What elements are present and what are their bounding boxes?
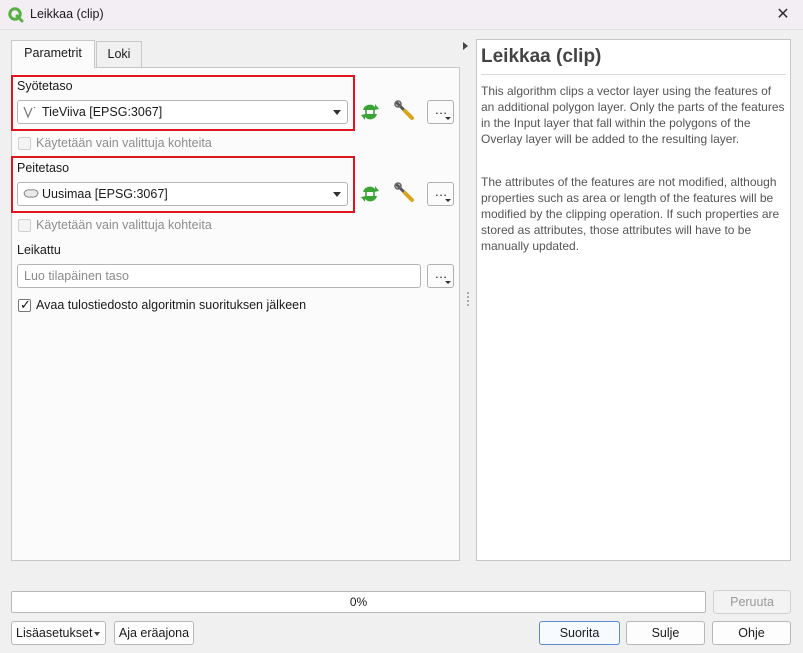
input-layer-browse-button[interactable]: …	[427, 100, 454, 124]
overlay-layer-value: Uusimaa [EPSG:3067]	[42, 187, 168, 201]
dropdown-icon	[445, 199, 451, 202]
output-field[interactable]: Luo tilapäinen taso	[17, 264, 421, 288]
ellipsis-label: …	[434, 102, 448, 117]
qgis-icon	[8, 7, 24, 23]
splitter-handle[interactable]	[467, 292, 469, 306]
progress-bar: 0%	[11, 591, 706, 613]
dropdown-icon	[445, 117, 451, 120]
input-selected-only-checkbox[interactable]	[18, 137, 31, 150]
help-panel: Leikkaa (clip) This algorithm clips a ve…	[476, 39, 791, 561]
iterate-icon[interactable]	[358, 100, 382, 124]
chevron-down-icon	[333, 192, 341, 197]
wrench-icon[interactable]	[393, 99, 417, 123]
ellipsis-label: …	[434, 184, 448, 199]
overlay-layer-select[interactable]: Uusimaa [EPSG:3067]	[17, 182, 348, 206]
output-placeholder: Luo tilapäinen taso	[24, 269, 129, 283]
tab-parametrit[interactable]: Parametrit	[11, 40, 95, 68]
ellipsis-label: …	[434, 266, 448, 281]
tab-loki[interactable]: Loki	[96, 41, 142, 67]
advanced-button[interactable]: Lisäasetukset	[11, 621, 106, 645]
overlay-layer-label: Peitetaso	[17, 161, 70, 175]
output-label: Leikattu	[17, 243, 61, 257]
input-layer-select[interactable]: TieViiva [EPSG:3067]	[17, 100, 348, 124]
help-paragraph-1: This algorithm clips a vector layer usin…	[481, 84, 785, 146]
close-button[interactable]: Sulje	[626, 621, 705, 645]
input-layer-label: Syötetaso	[17, 79, 73, 93]
batch-button[interactable]: Aja eräajona	[114, 621, 194, 645]
dropdown-icon	[94, 632, 100, 636]
window-title: Leikkaa (clip)	[30, 7, 104, 21]
title-bar: Leikkaa (clip) ✕	[0, 0, 803, 30]
cancel-button[interactable]: Peruuta	[713, 590, 791, 614]
overlay-selected-only-checkbox[interactable]	[18, 219, 31, 232]
help-button[interactable]: Ohje	[712, 621, 791, 645]
collapse-arrow-icon[interactable]	[463, 42, 468, 50]
dropdown-icon	[445, 281, 451, 284]
progress-text: 0%	[349, 595, 368, 609]
help-paragraph-2: The attributes of the features are not m…	[481, 175, 780, 253]
line-layer-icon	[23, 106, 36, 119]
iterate-icon[interactable]	[358, 182, 382, 206]
overlay-selected-only-label: Käytetään vain valittuja kohteita	[36, 218, 212, 232]
polygon-layer-icon	[23, 189, 39, 198]
input-selected-only-label: Käytetään vain valittuja kohteita	[36, 136, 212, 150]
help-divider	[481, 74, 786, 75]
run-button[interactable]: Suorita	[539, 621, 620, 645]
help-title: Leikkaa (clip)	[481, 46, 602, 67]
open-output-label: Avaa tulostiedosto algoritmin suoritukse…	[36, 298, 307, 312]
overlay-layer-browse-button[interactable]: …	[427, 182, 454, 206]
advanced-label: Lisäasetukset	[16, 626, 93, 640]
output-browse-button[interactable]: …	[427, 264, 454, 288]
wrench-icon[interactable]	[393, 181, 417, 205]
close-window-button[interactable]: ✕	[771, 3, 795, 27]
chevron-down-icon	[333, 110, 341, 115]
open-output-checkbox[interactable]	[18, 297, 31, 313]
input-layer-value: TieViiva [EPSG:3067]	[42, 105, 163, 119]
